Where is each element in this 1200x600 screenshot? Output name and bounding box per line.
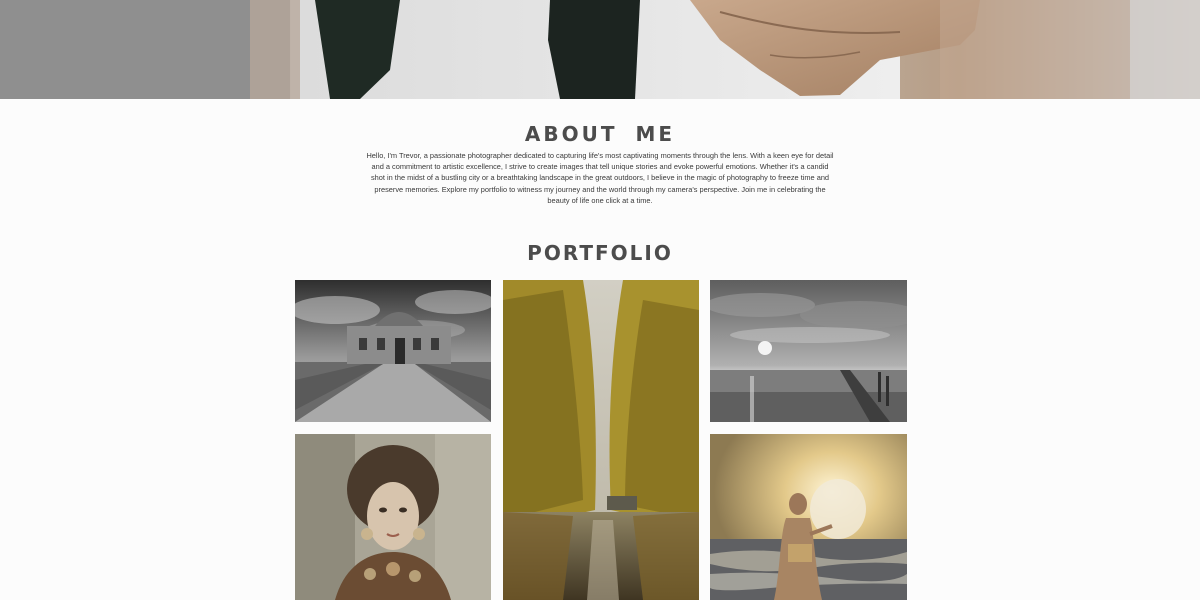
portfolio-image-beach[interactable] xyxy=(710,434,907,600)
portfolio-image-portrait[interactable] xyxy=(295,434,491,600)
observatory-photo xyxy=(295,280,491,422)
portfolio-image-observatory[interactable] xyxy=(295,280,491,422)
hero-banner-image xyxy=(0,0,1200,99)
beach-photo xyxy=(710,434,907,600)
portfolio-title: PORTFOLIO xyxy=(527,241,673,265)
hero-photo xyxy=(0,0,1200,99)
portfolio-image-lake-pier[interactable] xyxy=(710,280,907,422)
lake-pier-photo xyxy=(710,280,907,422)
portrait-photo xyxy=(295,434,491,600)
about-title: ABOUT ME xyxy=(524,122,676,146)
portfolio-image-forest[interactable] xyxy=(503,280,699,600)
about-description: Hello, I'm Trevor, a passionate photogra… xyxy=(366,151,834,205)
forest-photo xyxy=(503,280,699,600)
